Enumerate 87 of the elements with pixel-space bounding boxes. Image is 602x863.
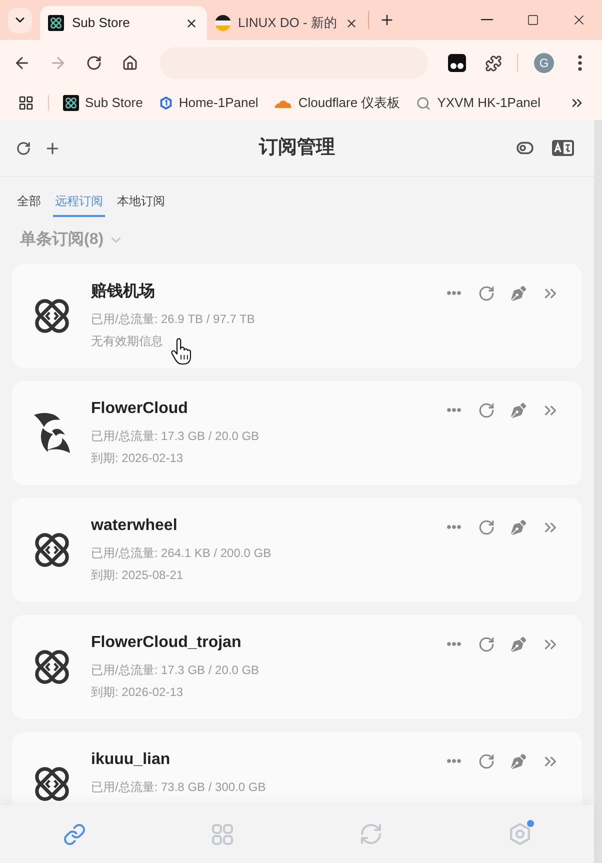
usage-text: 已用/总流量: 17.3 GB / 20.0 GB <box>91 428 260 444</box>
refresh-icon <box>478 752 494 770</box>
refresh-icon <box>478 284 494 302</box>
edit-button[interactable] <box>508 283 528 303</box>
subscription-card[interactable]: FlowerCloud_trojan 已用/总流量: 17.3 GB / 20.0 GB 到期: 2026-02-13 <box>12 615 582 719</box>
extension-button[interactable] <box>447 53 467 73</box>
subscription-name: 赔钱机场 <box>91 282 155 302</box>
cross-links-favicon-icon <box>63 95 79 111</box>
edit-button[interactable] <box>508 517 528 537</box>
translate-icon <box>552 140 574 156</box>
cross-links-logo-icon <box>32 647 72 687</box>
subscription-name: FlowerCloud_trojan <box>91 633 242 653</box>
pen-nib-icon <box>510 286 526 300</box>
pen-nib-icon <box>510 402 526 418</box>
home-icon <box>122 55 138 71</box>
puzzle-icon <box>484 54 502 72</box>
subscription-name: ikuuu_lian <box>91 750 170 770</box>
expiry-text: 到期: 2026-02-13 <box>91 450 184 466</box>
tab-list-button[interactable] <box>8 8 32 32</box>
subscription-card[interactable]: FlowerCloud 已用/总流量: 17.3 GB / 20.0 GB 到期: 2026-02-13 <box>12 381 582 485</box>
cross-links-logo-icon <box>32 296 72 336</box>
page-title: 订阅管理 <box>258 136 336 160</box>
cross-links-logo-icon <box>32 530 72 570</box>
ellipsis-icon <box>447 642 461 646</box>
ellipsis-icon <box>447 291 461 295</box>
subscription-card[interactable]: waterwheel 已用/总流量: 264.1 KB / 200.0 GB 到期: 2025-08-21 <box>12 498 582 602</box>
apps-button[interactable] <box>17 94 35 112</box>
petal-logo-icon <box>32 411 72 455</box>
refresh-icon <box>478 518 494 536</box>
bookmark-item[interactable]: YXVM HK-1Panel <box>416 93 541 113</box>
scrollbar[interactable] <box>594 120 602 863</box>
pen-nib-icon <box>510 520 526 534</box>
cross-links-logo-icon <box>32 764 72 804</box>
expiry-text: 到期: 2025-08-21 <box>91 567 184 583</box>
grid-icon <box>18 95 34 111</box>
usage-text: 已用/总流量: 17.3 GB / 20.0 GB <box>91 662 260 678</box>
sync-icon <box>359 822 384 846</box>
close-icon <box>345 16 358 30</box>
refresh-icon <box>16 140 30 156</box>
close-icon <box>184 16 198 30</box>
extensions-button[interactable] <box>483 53 503 73</box>
grid-icon <box>212 824 234 844</box>
edit-button[interactable] <box>508 751 528 771</box>
cloud-favicon-icon <box>274 98 292 108</box>
filter-tab[interactable]: 全部 <box>15 193 43 217</box>
bookmark-item[interactable]: Sub Store <box>63 93 143 113</box>
ellipsis-icon <box>447 408 461 412</box>
group-title: 单条订阅(8) <box>20 230 104 250</box>
eyes-square-icon <box>448 54 466 72</box>
expiry-text: 到期: 2026-02-13 <box>91 684 184 700</box>
magnifier-favicon-icon <box>416 96 432 110</box>
striped-circle-favicon-icon <box>215 15 231 31</box>
bookmark-item[interactable]: Cloudflare 仪表板 <box>274 93 400 113</box>
toggle-icon <box>516 139 534 157</box>
refresh-button[interactable] <box>14 139 32 157</box>
usage-text: 已用/总流量: 73.8 GB / 300.0 GB <box>91 779 266 795</box>
refresh-icon <box>478 402 494 418</box>
usage-text: 已用/总流量: 264.1 KB / 200.0 GB <box>91 545 272 561</box>
link-icon <box>62 822 86 846</box>
subscription-card[interactable]: 赔钱机场 已用/总流量: 26.9 TB / 97.7 TB 无有效期信息 <box>12 264 582 368</box>
subscription-name: FlowerCloud <box>91 399 188 419</box>
subscription-card[interactable]: ikuuu_lian 已用/总流量: 73.8 GB / 300.0 GB <box>12 732 582 805</box>
edit-button[interactable] <box>508 634 528 654</box>
usage-text: 已用/总流量: 26.9 TB / 97.7 TB <box>91 311 255 327</box>
reload-icon <box>86 55 102 71</box>
expiry-text: 无有效期信息 <box>91 333 163 349</box>
minimize-icon <box>481 19 493 21</box>
hexagon-favicon-icon <box>158 95 173 111</box>
menu-icon <box>578 55 582 71</box>
filter-tab[interactable]: 本地订阅 <box>115 193 167 217</box>
cross-links-favicon-icon <box>48 15 64 31</box>
subscription-name: waterwheel <box>91 516 178 536</box>
language-button[interactable] <box>552 139 574 157</box>
browser-tab[interactable]: Sub Store <box>40 6 207 40</box>
maximize-icon <box>527 14 539 26</box>
ellipsis-icon <box>447 759 461 763</box>
hand-cursor-icon <box>171 338 191 365</box>
pen-nib-icon <box>510 754 526 768</box>
refresh-icon <box>478 636 494 652</box>
pen-nib-icon <box>510 636 526 652</box>
bookmark-item[interactable]: Home-1Panel <box>158 93 258 113</box>
settings-icon <box>510 823 530 845</box>
arrow-right-icon <box>49 54 67 72</box>
theme-toggle-button[interactable] <box>516 139 534 157</box>
edit-button[interactable] <box>508 400 528 420</box>
browser-tab[interactable]: LINUX DO - 新的 <box>207 6 366 40</box>
ellipsis-icon <box>447 525 461 529</box>
